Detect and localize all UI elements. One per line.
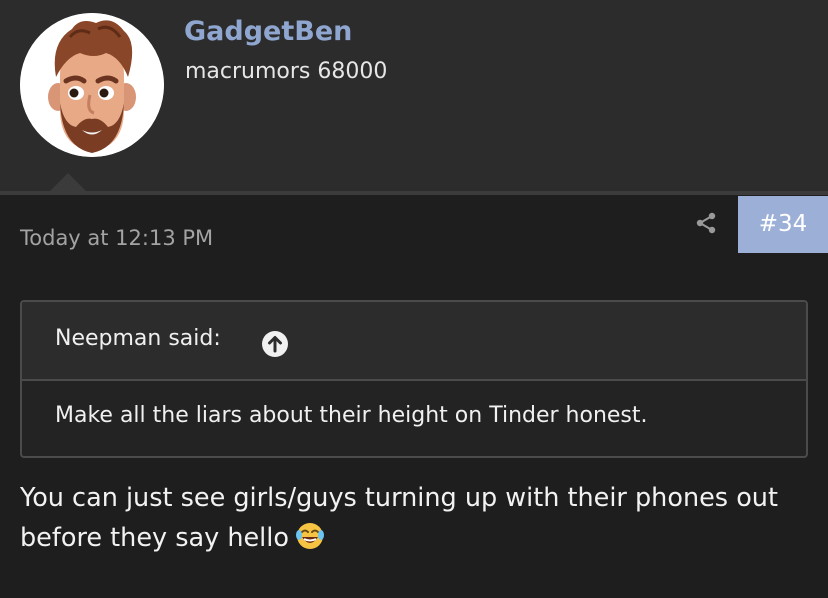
header-pointer-arrow [49,173,87,192]
memoji-avatar-icon [20,13,164,157]
author-username[interactable]: GadgetBen [184,16,352,47]
post-date[interactable]: Today at 12:13 PM [20,226,213,250]
quote-header: Neepman said: [22,302,806,381]
quote-block: Neepman said: Make all the liars about t… [20,300,808,458]
share-icon[interactable] [693,210,719,236]
quote-author-label[interactable]: Neepman said: [55,326,221,351]
post-number-link[interactable]: #34 [738,196,828,253]
post-author-header: GadgetBen macrumors 68000 [0,0,828,195]
post-message-text: You can just see girls/guys turning up w… [20,483,778,553]
quote-text: Make all the liars about their height on… [55,403,648,428]
arrow-up-circle-icon[interactable] [261,330,289,358]
tears-of-joy-emoji-icon [295,523,324,549]
post-message: You can just see girls/guys turning up w… [20,478,810,558]
avatar[interactable] [20,13,164,157]
author-user-title: macrumors 68000 [185,59,388,84]
